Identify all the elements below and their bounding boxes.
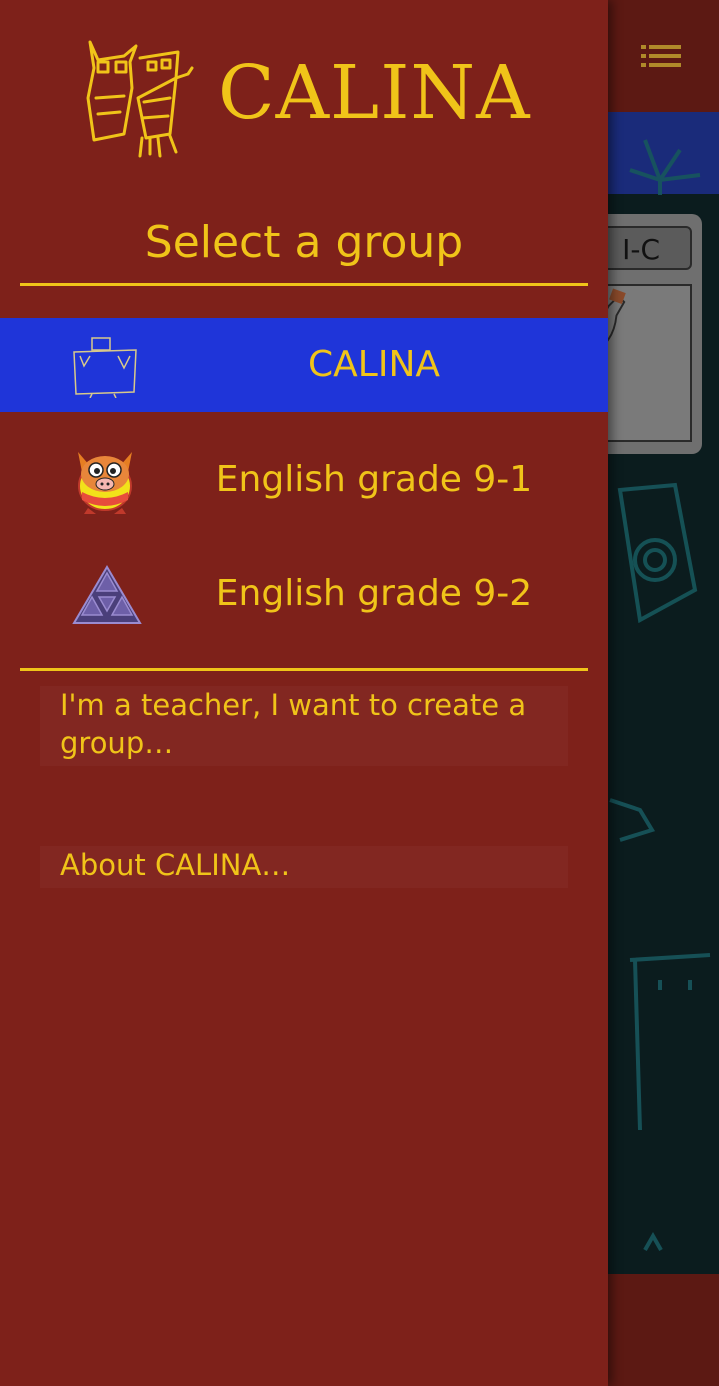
petroglyph-figures-icon — [86, 40, 194, 158]
group-item-calina[interactable]: CALINA — [0, 318, 608, 412]
logo-text: CALINA — [218, 50, 531, 136]
group-label: English grade 9-2 — [215, 573, 533, 614]
about-link[interactable]: About CALINA… — [40, 846, 568, 888]
group-label: English grade 9-1 — [215, 459, 533, 500]
group-label: CALINA — [308, 344, 440, 385]
navigation-drawer: CALINA Select a group CALINA English gra… — [0, 0, 608, 1386]
create-group-link[interactable]: I'm a teacher, I want to create a group… — [40, 686, 568, 766]
triangle-icon — [72, 565, 142, 624]
drawer-title: Select a group — [144, 217, 464, 268]
divider — [20, 668, 588, 671]
divider — [20, 283, 588, 286]
group-item-english-9-1[interactable]: English grade 9-1 — [0, 433, 608, 527]
list-menu-icon[interactable] — [641, 44, 681, 68]
group-item-english-9-2[interactable]: English grade 9-2 — [0, 547, 608, 641]
app-logo: CALINA — [84, 38, 534, 163]
calina-figure-icon — [73, 337, 137, 398]
boar-mascot-icon — [78, 452, 132, 514]
